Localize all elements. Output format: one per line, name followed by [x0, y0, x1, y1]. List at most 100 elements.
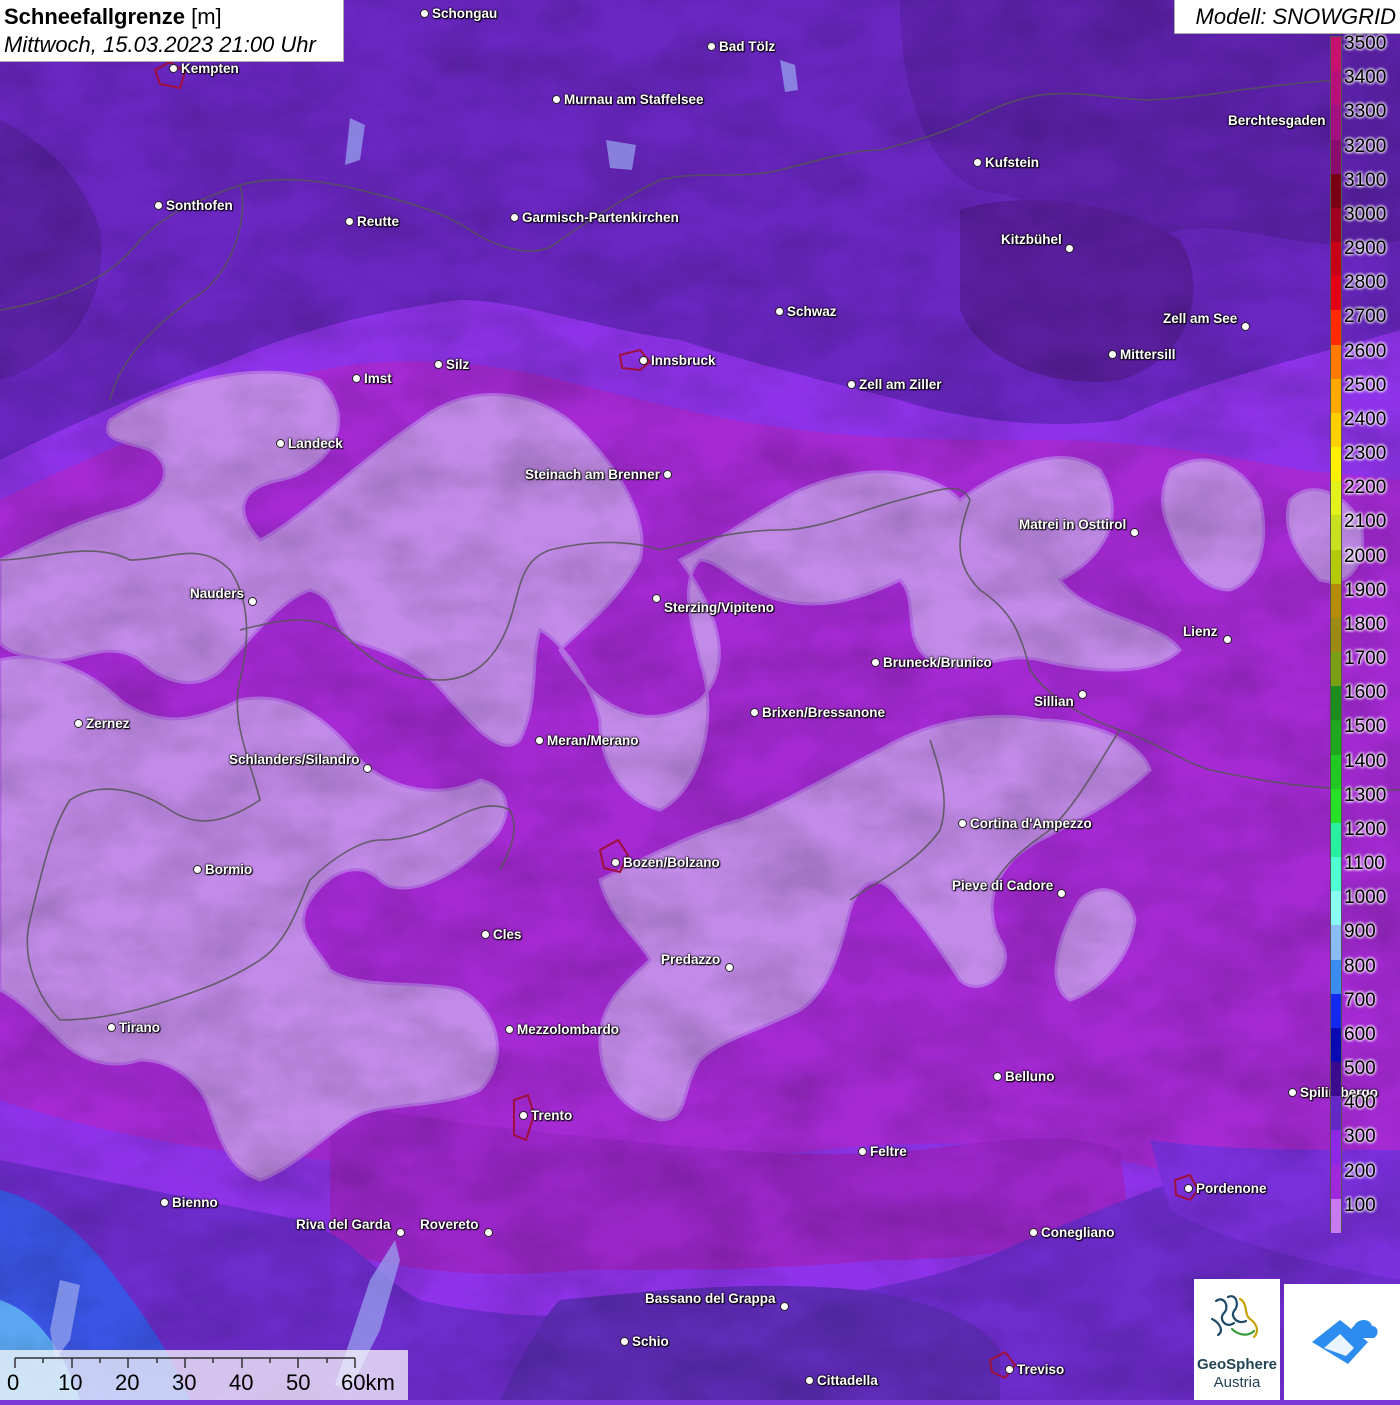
variable-unit: [m] [191, 4, 222, 29]
legend-label: 1900 [1344, 579, 1387, 601]
city-marker-icon [420, 9, 429, 18]
legend-swatch [1331, 857, 1341, 892]
city-marker-icon [481, 930, 490, 939]
city-label-kufstein: Kufstein [973, 156, 1039, 170]
city-label-cittadella: Cittadella [805, 1374, 878, 1388]
legend-swatch [1331, 412, 1341, 448]
scale-tick-50: 50 [286, 1370, 311, 1395]
city-label-schlanders: Schlanders/Silandro [229, 753, 372, 773]
city-marker-icon [1288, 1088, 1297, 1097]
city-marker-icon [775, 307, 784, 316]
legend-label: 2500 [1344, 374, 1387, 396]
city-label-tirano: Tirano [107, 1021, 160, 1035]
legend-swatch [1331, 549, 1341, 585]
legend-swatch [1331, 447, 1341, 482]
city-marker-icon [169, 64, 178, 73]
city-label-nauders: Nauders [190, 587, 258, 606]
legend-swatch [1331, 754, 1341, 790]
legend-label: 2200 [1344, 477, 1387, 499]
legend-label: 1000 [1344, 887, 1387, 909]
city-label-conegliano: Conegliano [1029, 1226, 1115, 1240]
city-marker-icon [611, 858, 620, 867]
legend-swatch [1331, 207, 1341, 243]
city-label-treviso: Treviso [1005, 1363, 1064, 1377]
legend-label: 3500 [1344, 33, 1387, 54]
legend-swatch [1331, 173, 1341, 209]
legend-label: 1500 [1344, 716, 1387, 738]
city-marker-icon [779, 1302, 789, 1311]
legend-label: 1400 [1344, 750, 1387, 772]
city-marker-icon [434, 360, 443, 369]
city-label-pieve-di-cadore: Pieve di Cadore [952, 879, 1067, 898]
legend-swatch [1331, 344, 1341, 380]
city-marker-icon [871, 658, 880, 667]
city-label-matrei: Matrei in Osttirol [1019, 518, 1140, 537]
city-label-kitzbuehel: Kitzbühel [1001, 233, 1074, 253]
legend-swatch [1331, 1062, 1341, 1097]
city-label-zell-am-see: Zell am See [1163, 312, 1251, 331]
city-marker-icon [639, 356, 648, 365]
city-marker-icon [1184, 1184, 1193, 1193]
city-label-berchtesgaden: Berchtesgaden [1228, 113, 1326, 128]
city-marker-icon [352, 374, 361, 383]
city-label-sillian: Sillian [1034, 690, 1087, 709]
city-label-kempten: Kempten [169, 62, 239, 76]
legend-swatch [1331, 788, 1341, 824]
city-marker-icon [1077, 690, 1087, 699]
legend-swatch [1331, 37, 1341, 72]
legend-swatch [1331, 139, 1341, 175]
city-marker-icon [805, 1376, 814, 1385]
city-label-rovereto: Rovereto [420, 1218, 493, 1237]
city-marker-icon [74, 719, 83, 728]
legend-swatch [1331, 959, 1341, 995]
city-marker-icon [107, 1023, 116, 1032]
city-label-sonthofen: Sonthofen [154, 199, 233, 213]
app-logo[interactable] [1284, 1284, 1400, 1400]
city-label-bruneck: Bruneck/Brunico [871, 656, 992, 670]
city-label-mittersill: Mittersill [1108, 348, 1176, 362]
city-label-sterzing: Sterzing/Vipiteno [652, 594, 774, 615]
city-label-landeck: Landeck [276, 437, 343, 451]
variable-name: Schneefallgrenze [4, 4, 185, 29]
legend-swatch [1331, 1027, 1341, 1063]
city-marker-icon [1108, 350, 1117, 359]
city-marker-icon [154, 201, 163, 210]
legend-label: 1100 [1344, 853, 1385, 875]
city-label-reutte: Reutte [345, 215, 399, 229]
legend-label: 900 [1344, 921, 1376, 943]
city-label-brixen: Brixen/Bressanone [750, 706, 885, 720]
city-label-predazzo: Predazzo [661, 953, 735, 972]
city-label-trento: Trento [519, 1109, 572, 1123]
scale-tick-0: 0 [7, 1370, 20, 1395]
legend-swatch [1331, 378, 1341, 414]
city-marker-icon [483, 1228, 493, 1237]
city-marker-icon [858, 1147, 867, 1156]
city-label-schongau: Schongau [420, 7, 497, 21]
legend-swatch [1331, 583, 1341, 619]
city-label-bad-toelz: Bad Tölz [707, 40, 775, 54]
legend-label: 3200 [1344, 135, 1387, 157]
city-label-bienno: Bienno [160, 1196, 218, 1210]
legend-label: 1700 [1344, 648, 1387, 670]
legend-swatch [1331, 720, 1341, 756]
city-marker-icon [395, 1228, 405, 1237]
legend-label: 1800 [1344, 613, 1387, 635]
city-marker-icon [160, 1198, 169, 1207]
legend-swatch [1331, 822, 1341, 858]
legend-label: 300 [1344, 1126, 1376, 1148]
city-marker-icon [193, 865, 202, 874]
city-label-belluno: Belluno [993, 1070, 1055, 1084]
city-marker-icon [652, 594, 661, 603]
map-title-box: Schneefallgrenze [m] Mittwoch, 15.03.202… [0, 0, 344, 62]
legend-swatch [1331, 242, 1341, 277]
scale-tick-30: 30 [172, 1370, 197, 1395]
legend-label: 100 [1344, 1194, 1376, 1216]
legend-label: 2700 [1344, 306, 1387, 328]
city-label-bassano: Bassano del Grappa [645, 1292, 789, 1311]
city-marker-icon [362, 764, 372, 773]
geosphere-country: Austria [1213, 1374, 1261, 1391]
city-label-cles: Cles [481, 928, 522, 942]
city-label-mezzolombardo: Mezzolombardo [505, 1023, 619, 1037]
geosphere-logo[interactable]: GeoSphere Austria [1194, 1279, 1280, 1400]
legend-label: 3000 [1344, 203, 1387, 225]
